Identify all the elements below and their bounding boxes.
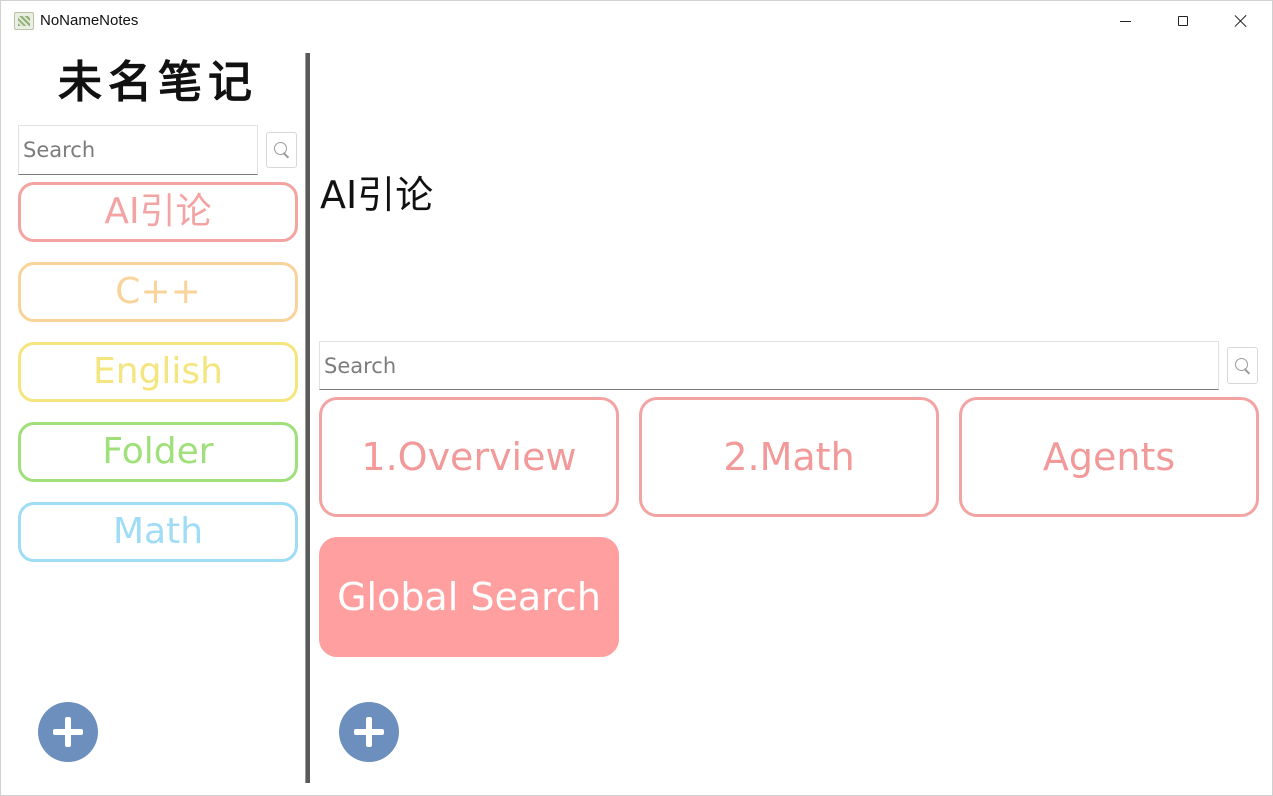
app-window: NoNameNotes 未名笔记 AI引论 C++ English Folder — [0, 0, 1273, 796]
app-icon — [14, 12, 34, 30]
note-card-agents[interactable]: Agents — [959, 397, 1259, 517]
note-card-math[interactable]: 2.Math — [639, 397, 939, 517]
plus-icon — [53, 717, 83, 747]
notebook-title: AI引论 — [320, 173, 434, 217]
notebook-item-english[interactable]: English — [18, 342, 298, 402]
notebook-label: AI引论 — [104, 191, 212, 232]
notebook-label: Folder — [102, 431, 214, 472]
minimize-button[interactable] — [1096, 1, 1154, 41]
close-button[interactable] — [1212, 1, 1270, 41]
sidebar-search-button[interactable] — [266, 132, 297, 168]
plus-icon — [354, 717, 384, 747]
notebook-item-cpp[interactable]: C++ — [18, 262, 298, 322]
global-search-button[interactable]: Global Search — [319, 537, 619, 657]
notebook-label: C++ — [115, 271, 201, 312]
search-icon — [273, 142, 290, 158]
notebook-label: Math — [112, 511, 204, 552]
search-icon — [1234, 357, 1251, 374]
note-label: Agents — [1042, 435, 1176, 479]
app-logo: 未名笔记 — [58, 57, 258, 108]
note-label: 1.Overview — [361, 435, 577, 479]
sidebar-divider[interactable] — [305, 53, 310, 783]
close-icon — [1234, 14, 1248, 28]
maximize-icon — [1178, 16, 1188, 26]
notebook-item-math[interactable]: Math — [18, 502, 298, 562]
minimize-icon — [1119, 20, 1131, 22]
note-card-overview[interactable]: 1.Overview — [319, 397, 619, 517]
notebook-label: English — [93, 351, 223, 392]
maximize-button[interactable] — [1154, 1, 1212, 41]
note-search-input[interactable] — [319, 341, 1219, 390]
title-bar: NoNameNotes — [1, 1, 1272, 41]
note-search-button[interactable] — [1227, 347, 1258, 384]
notebook-item-ai[interactable]: AI引论 — [18, 182, 298, 242]
window-title: NoNameNotes — [40, 12, 139, 29]
notebook-sidebar: 未名笔记 AI引论 C++ English Folder Math — [1, 41, 305, 795]
add-note-button[interactable] — [339, 702, 399, 762]
add-notebook-button[interactable] — [38, 702, 98, 762]
sidebar-search-input[interactable] — [18, 125, 258, 175]
note-label: 2.Math — [723, 435, 855, 479]
notebook-item-folder[interactable]: Folder — [18, 422, 298, 482]
note-label: Global Search — [337, 575, 601, 619]
